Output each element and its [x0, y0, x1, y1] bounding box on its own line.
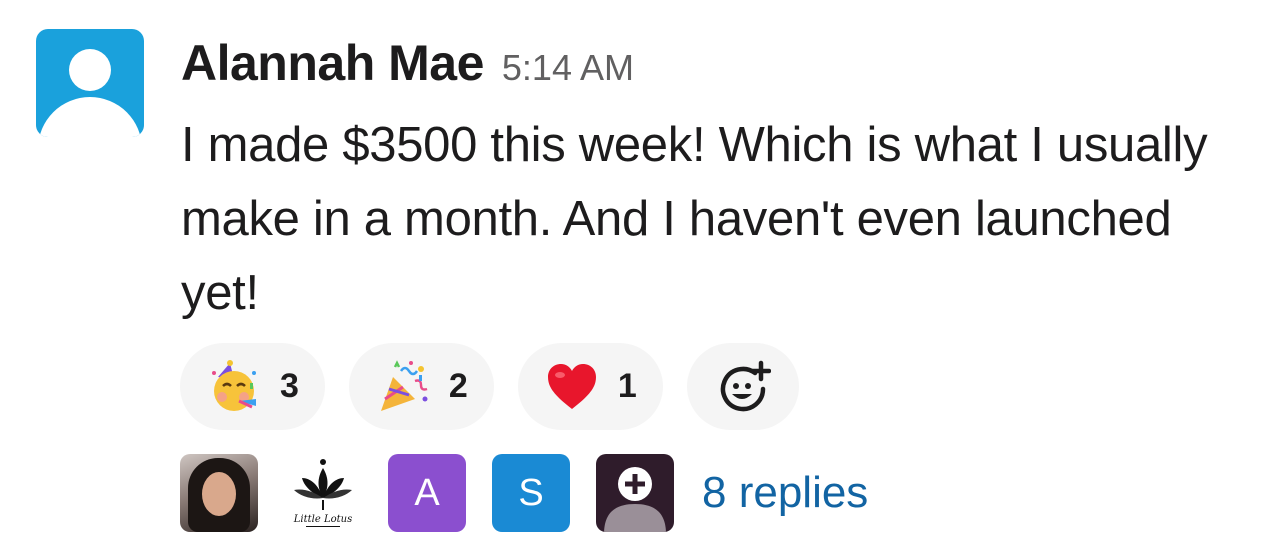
- reaction-count: 2: [448, 367, 468, 405]
- lotus-logo-icon: Little Lotus: [293, 459, 352, 527]
- participant-avatar: [596, 454, 674, 532]
- default-user-icon: [604, 467, 666, 532]
- reaction-red-heart[interactable]: 1: [517, 343, 663, 430]
- participant-avatar: A: [388, 454, 466, 532]
- author-avatar[interactable]: [36, 29, 144, 137]
- message-header: Alannah Mae 5:14 AM: [181, 34, 634, 94]
- red-heart-icon: [547, 363, 596, 409]
- logo-text: Little Lotus: [293, 514, 352, 525]
- participant-avatar: Little Lotus: [284, 454, 362, 532]
- message-timestamp[interactable]: 5:14 AM: [502, 47, 634, 89]
- thread-summary[interactable]: Little Lotus A S 8 replies: [180, 454, 868, 532]
- participant-avatar: S: [492, 454, 570, 532]
- message: Alannah Mae 5:14 AM I made $3500 this we…: [0, 0, 1284, 559]
- message-text: I made $3500 this week! Which is what I …: [181, 118, 1208, 320]
- avatar-head-shape: [69, 49, 111, 91]
- add-reaction-icon: [720, 360, 771, 411]
- author-name[interactable]: Alannah Mae: [181, 34, 484, 92]
- reaction-count: 3: [280, 367, 299, 405]
- reaction-count: 1: [617, 367, 637, 405]
- replies-link[interactable]: 8 replies: [702, 468, 868, 518]
- participant-avatar: [180, 454, 258, 532]
- reactions-bar: 3 2 1: [180, 343, 799, 430]
- party-popper-icon: [380, 359, 428, 411]
- avatar-body-shape: [38, 97, 142, 137]
- partying-face-icon: [212, 359, 256, 411]
- reaction-partying-face[interactable]: 3: [180, 343, 325, 430]
- reaction-party-popper[interactable]: 2: [348, 343, 494, 430]
- add-reaction-button[interactable]: [686, 343, 799, 430]
